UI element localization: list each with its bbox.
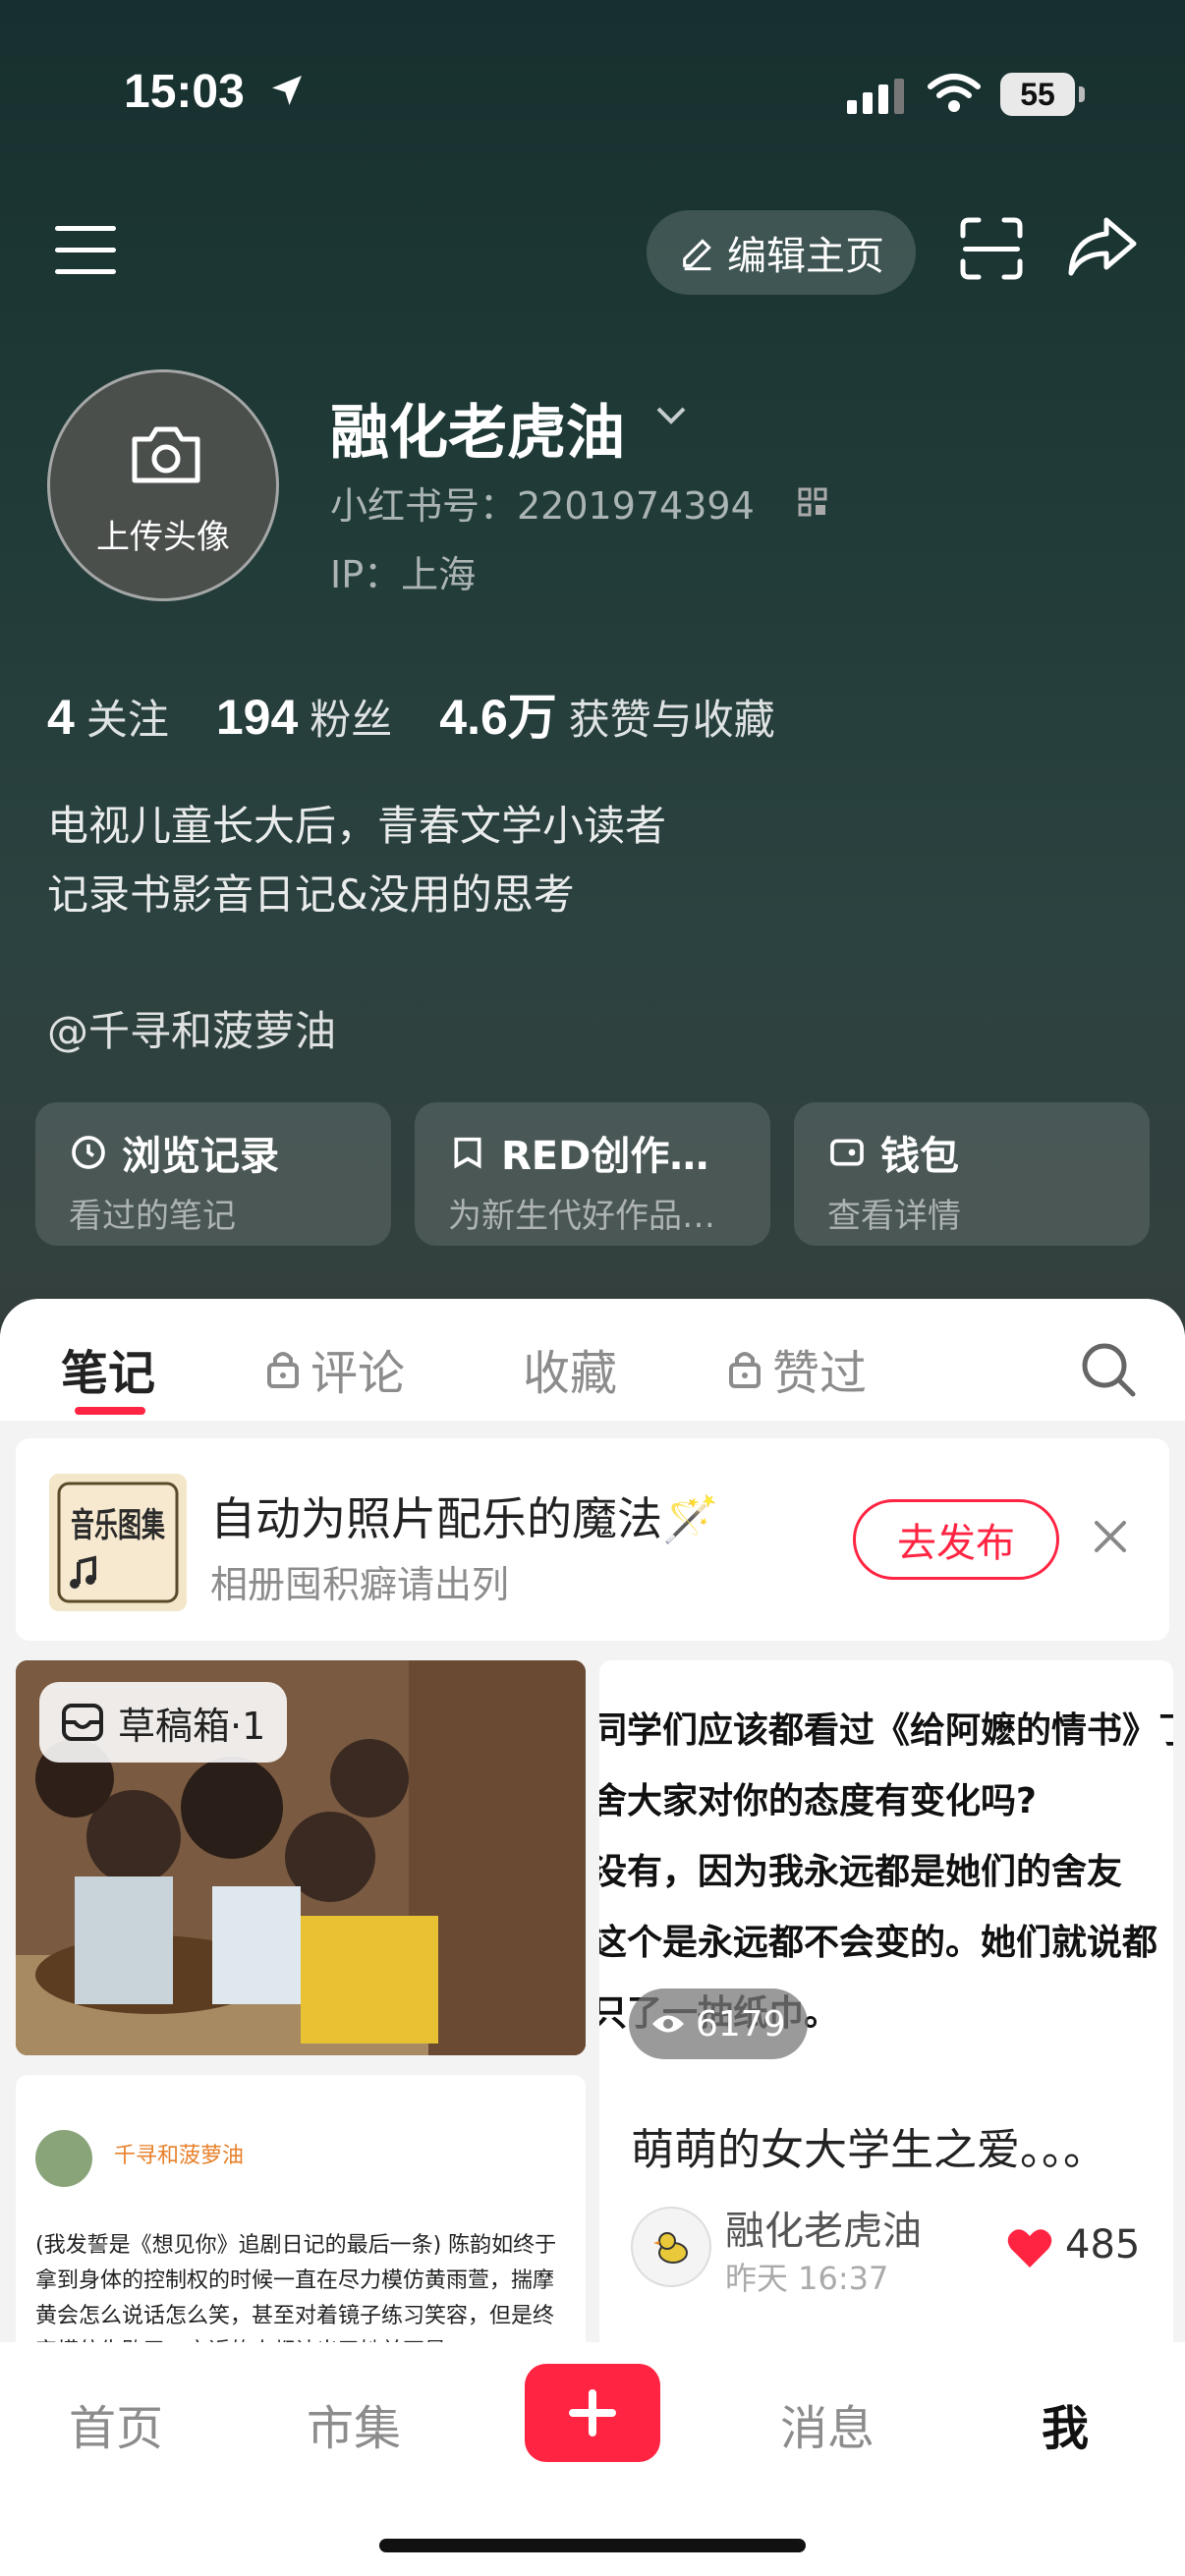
card-wallet-sub: 查看详情 xyxy=(827,1197,961,1236)
note-time: 昨天 16:37 xyxy=(725,2260,889,2297)
share-icon[interactable] xyxy=(1067,216,1138,277)
note-card-text[interactable]: 同学们应该都看过《给阿嬷的情书》了 舍大家对你的态度有变化吗? 没有，因为我永远… xyxy=(599,1660,1173,2407)
bottom-navigation: 首页 市集 消息 我 xyxy=(0,2342,1185,2576)
eye-icon xyxy=(652,2015,684,2033)
card-wallet[interactable]: 钱包 查看详情 xyxy=(794,1102,1150,1246)
cover-line: 这个是永远都不会变的。她们就说都 xyxy=(599,1923,1158,1963)
camera-icon xyxy=(132,426,200,483)
signal-icon xyxy=(847,79,904,114)
card-browse-sub: 看过的笔记 xyxy=(69,1197,236,1236)
avatar-upload-label: 上传头像 xyxy=(96,518,230,557)
stat-following-num: 4 xyxy=(47,690,75,745)
stats-row: 4 关注 194 粉丝 4.6万 获赞与收藏 xyxy=(47,678,775,749)
note-author: 千寻和菠萝油 xyxy=(114,2144,245,2168)
username[interactable]: 融化老虎油 xyxy=(330,385,625,471)
menu-icon[interactable] xyxy=(55,224,118,277)
profile-header: 15:03 55 编辑主页 上传头像 融化老虎油 小红书号：2201974394… xyxy=(0,0,1185,1336)
ip-location: IP：上海 xyxy=(330,553,477,596)
tab-liked[interactable]: 赞过 xyxy=(727,1334,867,1403)
card-browse-title: 浏览记录 xyxy=(122,1134,279,1179)
home-indicator xyxy=(379,2539,806,2552)
promo-banner[interactable]: 音乐图集 自动为照片配乐的魔法🪄 相册囤积癖请出列 去发布 xyxy=(16,1438,1169,1641)
location-arrow-icon xyxy=(272,76,302,105)
nav-me[interactable]: 我 xyxy=(1042,2389,1089,2458)
mention-link[interactable]: @千寻和菠萝油 xyxy=(47,998,336,1058)
like-count: 485 xyxy=(1065,2222,1141,2268)
avatar xyxy=(35,2130,92,2187)
card-red-title: RED创作… xyxy=(501,1134,709,1179)
cover-line: 没有，因为我永远都是她们的舍友 xyxy=(599,1852,1123,1892)
promo-publish-button[interactable]: 去发布 xyxy=(853,1499,1059,1580)
avatar-upload[interactable]: 上传头像 xyxy=(47,369,279,601)
draft-post-card[interactable]: 草稿箱·1 xyxy=(16,1660,586,2055)
stat-followers-label: 粉丝 xyxy=(310,696,393,744)
lock-icon xyxy=(729,1352,761,1388)
battery-indicator: 55 xyxy=(1000,73,1075,116)
content-tabs: 笔记 评论 收藏 赞过 xyxy=(0,1299,1185,1421)
tab-active-indicator xyxy=(75,1407,145,1415)
tab-collections-label: 收藏 xyxy=(523,1346,618,1401)
draft-badge: 草稿箱·1 xyxy=(39,1682,288,1763)
avatar xyxy=(631,2207,711,2287)
card-browse-history[interactable]: 浏览记录 看过的笔记 xyxy=(35,1102,391,1246)
nav-market[interactable]: 市集 xyxy=(307,2389,401,2458)
stat-likes-num: 4.6万 xyxy=(439,690,557,745)
inbox-icon xyxy=(62,1704,103,1741)
tab-comments[interactable]: 评论 xyxy=(265,1334,405,1403)
pencil-icon xyxy=(683,239,711,271)
tab-liked-label: 赞过 xyxy=(772,1346,868,1401)
bio-line-1: 电视儿童长大后，青春文学小读者 xyxy=(47,802,667,850)
clock-icon xyxy=(72,1136,105,1169)
search-icon[interactable] xyxy=(1079,1340,1138,1399)
cover-line: 同学们应该都看过《给阿嬷的情书》了 xyxy=(599,1710,1173,1751)
lock-icon xyxy=(267,1352,299,1388)
battery-tip xyxy=(1079,86,1085,102)
cover-line: 舍大家对你的态度有变化吗? xyxy=(599,1781,1037,1821)
stat-following[interactable]: 4 关注 xyxy=(47,687,169,747)
promo-title: 自动为照片配乐的魔法🪄 xyxy=(210,1492,719,1545)
bio: 电视儿童长大后，青春文学小读者 记录书影音日记&没用的思考 xyxy=(47,792,666,929)
thumb-text: 音乐图集 xyxy=(71,1506,165,1545)
card-red-creator[interactable]: RED创作… 为新生代好作品… xyxy=(415,1102,770,1246)
nav-messages[interactable]: 消息 xyxy=(780,2389,875,2458)
bookmark-icon xyxy=(454,1137,481,1169)
tab-notes-label: 笔记 xyxy=(61,1346,156,1401)
promo-subtitle: 相册囤积癖请出列 xyxy=(210,1563,510,1606)
stat-likes-label: 获赞与收藏 xyxy=(568,696,775,744)
view-count-badge: 6179 xyxy=(629,1988,808,2059)
view-count: 6179 xyxy=(696,2003,786,2044)
tab-comments-label: 评论 xyxy=(310,1346,406,1401)
heart-icon[interactable] xyxy=(1006,2226,1053,2269)
tab-collections[interactable]: 收藏 xyxy=(523,1334,617,1403)
wifi-icon xyxy=(928,74,981,112)
card-wallet-title: 钱包 xyxy=(880,1134,959,1179)
draft-badge-label: 草稿箱·1 xyxy=(118,1704,266,1748)
card-red-sub: 为新生代好作品… xyxy=(448,1197,715,1236)
duck-icon xyxy=(653,2232,688,2264)
qrcode-icon[interactable] xyxy=(798,487,827,517)
close-icon[interactable] xyxy=(1091,1517,1130,1556)
create-post-button[interactable] xyxy=(525,2364,660,2462)
plus-icon xyxy=(569,2389,616,2436)
chevron-down-icon[interactable] xyxy=(654,405,688,426)
music-album-icon: 音乐图集 xyxy=(49,1474,187,1611)
note-title: 萌萌的女大学生之爱。。。 xyxy=(631,2125,1106,2175)
bio-line-2: 记录书影音日记&没用的思考 xyxy=(47,870,575,919)
tab-notes[interactable]: 笔记 xyxy=(61,1334,155,1403)
nav-home[interactable]: 首页 xyxy=(69,2389,163,2458)
note-author: 融化老虎油 xyxy=(725,2209,922,2254)
scan-icon[interactable] xyxy=(959,216,1024,281)
wallet-icon xyxy=(830,1139,864,1166)
status-time: 15:03 xyxy=(124,66,245,118)
stat-likes[interactable]: 4.6万 获赞与收藏 xyxy=(439,678,775,749)
red-id: 小红书号：2201974394 xyxy=(330,484,755,528)
stat-followers-num: 194 xyxy=(215,690,299,745)
stat-following-label: 关注 xyxy=(85,696,169,744)
stat-followers[interactable]: 194 粉丝 xyxy=(216,687,392,747)
edit-profile-label: 编辑主页 xyxy=(727,234,884,279)
edit-profile-button[interactable]: 编辑主页 xyxy=(647,210,916,295)
